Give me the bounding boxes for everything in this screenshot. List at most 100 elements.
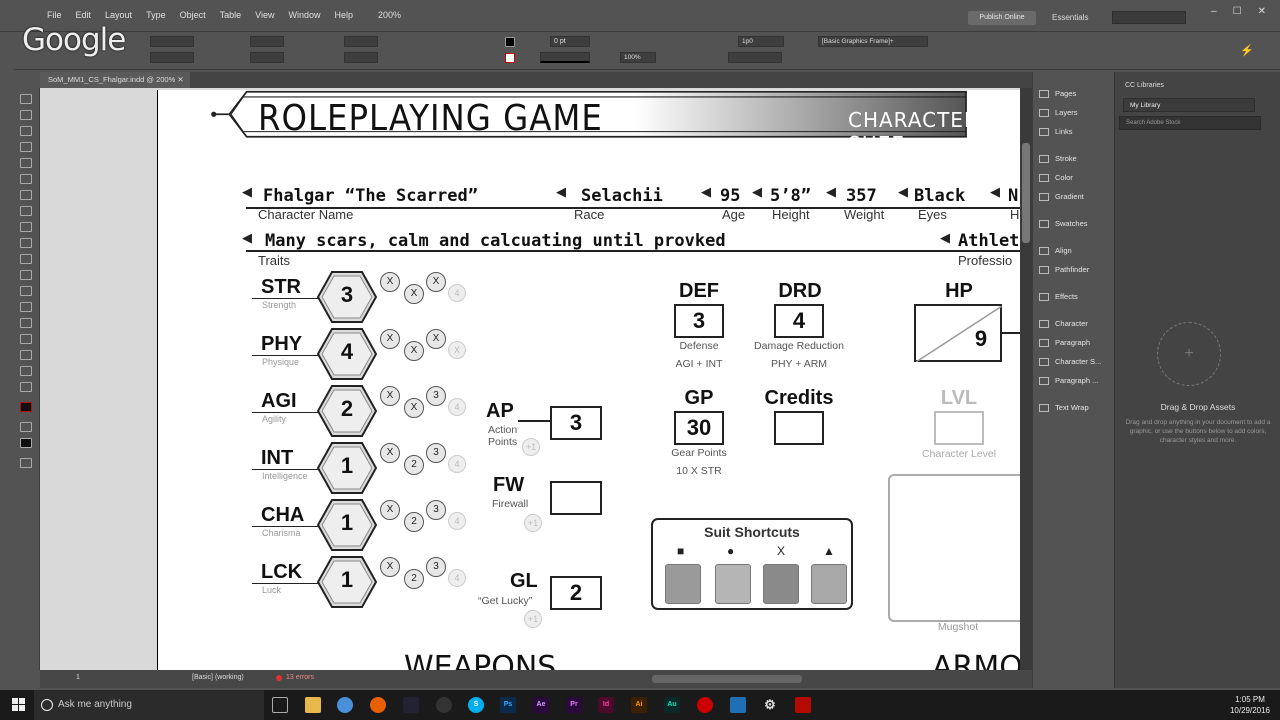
hair-value[interactable]: N [1008, 186, 1018, 206]
panel-pages[interactable]: Pages [1039, 89, 1076, 98]
y-field[interactable] [150, 52, 194, 63]
task-view-icon[interactable] [272, 697, 288, 713]
menu-file[interactable]: File [40, 10, 69, 20]
stat-pip[interactable]: X [380, 329, 400, 349]
panel-swatches[interactable]: Swatches [1039, 219, 1088, 228]
panel-links[interactable]: Links [1039, 127, 1073, 136]
zoom-level[interactable]: 200% [378, 10, 401, 20]
scale-x-field[interactable] [344, 36, 378, 47]
file-explorer-icon[interactable] [305, 697, 321, 713]
panel-gradient[interactable]: Gradient [1039, 192, 1084, 201]
gl-plus-one[interactable]: +1 [524, 610, 542, 628]
page-tool-icon[interactable] [20, 126, 32, 136]
settings-gear-icon[interactable]: ⚙ [762, 697, 778, 713]
gradient-feather-tool-icon[interactable] [20, 318, 32, 328]
chip-icon[interactable] [665, 564, 701, 604]
stat-pip[interactable]: 3 [426, 386, 446, 406]
stat-pip[interactable]: 4 [448, 284, 466, 302]
publish-online-button[interactable]: Publish Online [968, 11, 1036, 25]
chrome-icon[interactable] [337, 697, 353, 713]
traits-value[interactable]: Many scars, calm and calcuating until pr… [265, 231, 726, 251]
add-asset-icon[interactable]: + [1157, 322, 1221, 386]
panel-paragraph[interactable]: Paragraph [1039, 338, 1090, 347]
stat-pip[interactable]: X [426, 329, 446, 349]
eyes-value[interactable]: Black [914, 186, 965, 206]
rectangle-tool-icon[interactable] [20, 254, 32, 264]
stat-pip[interactable]: 2 [404, 512, 424, 532]
panel-text-wrap[interactable]: Text Wrap [1039, 403, 1089, 412]
audition-icon[interactable]: Au [664, 697, 680, 713]
stat-pip[interactable]: X [380, 557, 400, 577]
system-clock[interactable]: 1:05 PM 10/29/2016 [1230, 694, 1270, 716]
stat-value[interactable]: 3 [316, 282, 378, 308]
selection-tool-icon[interactable] [20, 94, 32, 104]
formatting-affects-icon[interactable] [20, 422, 32, 432]
skype-icon[interactable]: S [468, 697, 484, 713]
ap-plus-one[interactable]: +1 [522, 438, 540, 456]
stat-pip[interactable]: X [380, 386, 400, 406]
stat-pip[interactable]: 3 [426, 443, 446, 463]
stat-pip[interactable]: X [404, 284, 424, 304]
stat-pip[interactable]: X [380, 500, 400, 520]
pen-tool-icon[interactable] [20, 206, 32, 216]
stat-pip[interactable]: 2 [404, 455, 424, 475]
app-icon[interactable] [730, 697, 746, 713]
direct-selection-tool-icon[interactable] [20, 110, 32, 120]
character-name-value[interactable]: Fhalgar “The Scarred” [263, 186, 478, 206]
menu-table[interactable]: Table [213, 10, 249, 20]
offset-field[interactable]: 1p0 [738, 36, 784, 47]
stat-value[interactable]: 2 [316, 396, 378, 422]
zoom-tool-icon[interactable] [20, 382, 32, 392]
opacity-field[interactable]: 100% [620, 52, 656, 63]
stroke-swatch-icon[interactable] [505, 53, 515, 63]
maximize-icon[interactable]: ☐ [1233, 6, 1242, 17]
stock-search-input[interactable]: Search Adobe Stock [1119, 116, 1261, 130]
credits-box[interactable] [774, 411, 824, 445]
creative-cloud-icon[interactable] [697, 697, 713, 713]
library-select[interactable]: My Library [1123, 98, 1255, 112]
panel-paragraph-styles[interactable]: Paragraph ... [1039, 376, 1098, 385]
panel-effects[interactable]: Effects [1039, 292, 1078, 301]
media-icon[interactable] [436, 697, 452, 713]
panel-character[interactable]: Character [1039, 319, 1088, 328]
fill-stroke-icon[interactable] [20, 402, 32, 412]
scale-y-field[interactable] [344, 52, 378, 63]
menu-object[interactable]: Object [173, 10, 213, 20]
buildings-icon[interactable] [811, 564, 847, 604]
document-tab[interactable]: SoM_MM1_CS_Fhalgar.indd @ 200% ✕ [40, 72, 190, 88]
menu-window[interactable]: Window [281, 10, 327, 20]
fw-plus-one[interactable]: +1 [524, 514, 542, 532]
stat-pip[interactable]: 4 [448, 398, 466, 416]
vertical-scroll-thumb[interactable] [1022, 143, 1030, 243]
rectangle-frame-tool-icon[interactable] [20, 238, 32, 248]
close-icon[interactable]: ✕ [1258, 6, 1266, 17]
help-search-input[interactable] [1112, 11, 1186, 24]
mugshot-frame[interactable] [888, 474, 1020, 622]
lightning-icon[interactable]: ⚡ [1240, 44, 1254, 57]
panel-color[interactable]: Color [1039, 173, 1073, 182]
acrobat-icon[interactable] [795, 697, 811, 713]
fw-box[interactable] [550, 481, 602, 515]
minimize-icon[interactable]: – [1211, 6, 1217, 17]
panel-character-styles[interactable]: Character S... [1039, 357, 1101, 366]
panel-stroke[interactable]: Stroke [1039, 154, 1077, 163]
premiere-icon[interactable]: Pr [566, 697, 582, 713]
stroke-weight-field[interactable]: 0 pt [550, 36, 590, 47]
panel-layers[interactable]: Layers [1039, 108, 1078, 117]
stat-pip[interactable]: X [426, 272, 446, 292]
stat-value[interactable]: 1 [316, 567, 378, 593]
stat-pip[interactable]: 4 [448, 512, 466, 530]
page-style[interactable]: [Basic] (working) [192, 674, 244, 681]
pencil-tool-icon[interactable] [20, 222, 32, 232]
menu-view[interactable]: View [248, 10, 281, 20]
photoshop-icon[interactable]: Ps [500, 697, 516, 713]
type-tool-icon[interactable] [20, 174, 32, 184]
illustrator-icon[interactable]: Ai [631, 697, 647, 713]
page-number[interactable]: 1 [76, 674, 80, 681]
race-value[interactable]: Selachii [581, 186, 663, 206]
stat-pip[interactable]: 4 [448, 569, 466, 587]
menu-type[interactable]: Type [139, 10, 173, 20]
close-tab-icon[interactable]: ✕ [177, 75, 183, 84]
stat-pip[interactable]: X [404, 341, 424, 361]
skull-icon[interactable] [763, 564, 799, 604]
